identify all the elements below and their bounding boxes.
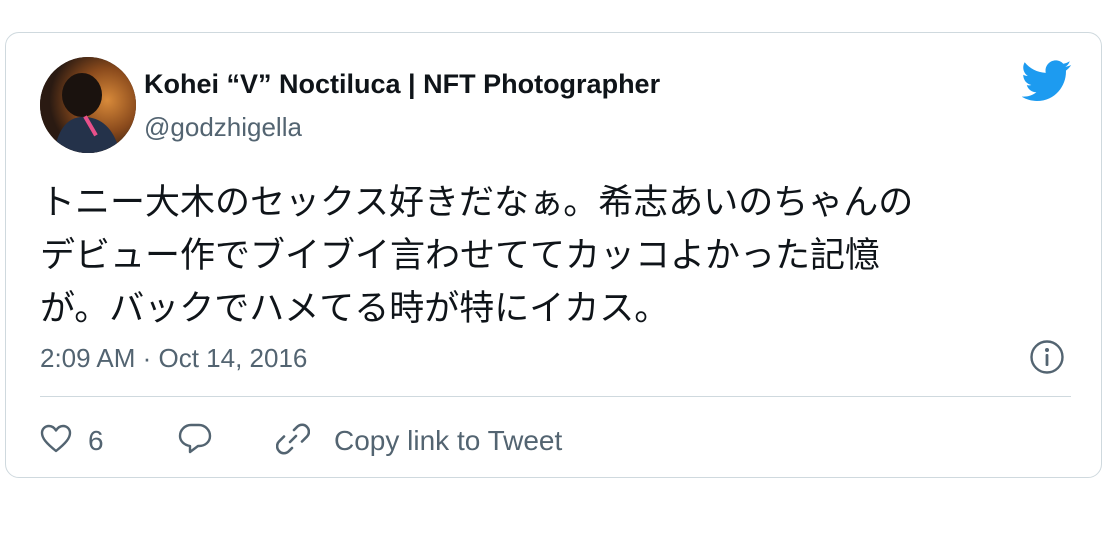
tweet-card[interactable]: Kohei “V” Noctiluca | NFT Photographer @… (5, 32, 1102, 478)
reply-button[interactable] (178, 419, 212, 463)
like-button[interactable]: 6 (40, 419, 104, 463)
divider (40, 396, 1071, 397)
tweet-timestamp[interactable]: 2:09 AM · Oct 14, 2016 (40, 343, 307, 374)
like-count: 6 (88, 425, 104, 456)
info-icon[interactable] (1029, 339, 1065, 375)
copy-link-button[interactable]: Copy link to Tweet (275, 419, 563, 463)
tweet-actions: 6 Copy link to Tweet (40, 419, 1071, 463)
copy-link-label: Copy link to Tweet (334, 425, 563, 456)
twitter-bird-icon[interactable] (1021, 59, 1072, 103)
heart-icon (40, 424, 72, 459)
link-icon (275, 422, 311, 461)
tweet-text: トニー大木のセックス好きだなぁ。希志あいのちゃんの デビュー作でブイブイ言わせて… (40, 183, 914, 329)
display-name[interactable]: Kohei “V” Noctiluca | NFT Photographer (144, 69, 660, 100)
reply-icon (178, 423, 212, 460)
user-handle[interactable]: @godzhigella (144, 112, 302, 143)
avatar[interactable] (40, 57, 136, 153)
